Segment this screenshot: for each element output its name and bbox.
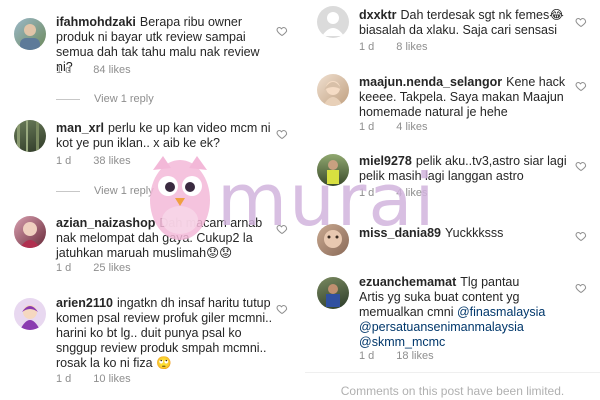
mention-link[interactable]: @finasmalaysia [457,305,545,319]
comment-likes[interactable]: 25 likes [93,262,130,274]
comment-body: Yuckkksss [445,226,504,240]
view-replies-button[interactable]: View 1 reply [56,185,154,197]
comment-likes[interactable]: 10 likes [93,373,130,385]
avatar[interactable] [317,224,349,256]
comment-text-block: arien2110 ingatkn dh insaf haritu tutup k… [56,296,278,371]
comment-username[interactable]: man_xrl [56,121,104,135]
avatar[interactable] [14,298,46,330]
comments-limited-notice: Comments on this post have been limited. [340,384,565,398]
avatar-photo [20,305,40,330]
comment-meta: 1 d 10 likes [56,373,153,385]
comment-item: miss_dania89 Yuckkksss [305,220,600,265]
comments-column-right: dxxktr Dah terdesak sgt nk femes😂 biasala… [305,0,600,400]
avatar[interactable] [14,120,46,152]
comment-meta: 1 d 8 likes [359,41,449,53]
avatar[interactable] [317,154,349,186]
comment-username[interactable]: maajun.nenda_selangor [359,75,502,89]
heart-outline-icon[interactable] [276,303,288,315]
comment-time: 1 d [56,373,72,385]
comments-column-left: ifahmohdzaki Berapa ribu owner produk ni … [0,0,300,400]
comment-text-block: dxxktr Dah terdesak sgt nk femes😂 biasala… [359,8,569,38]
comment-time: 1 d [359,187,375,199]
mention-link[interactable]: @persatuansenimanmalaysia [359,320,524,334]
comment-item: dxxktr Dah terdesak sgt nk femes😂 biasala… [305,0,600,60]
comment-username[interactable]: ezuanchemamat [359,275,456,289]
comment-text-block: maajun.nenda_selangor Kene hack keeee. Ta… [359,75,569,120]
heart-outline-icon[interactable] [575,160,587,172]
comment-text-block: miel9278 pelik aku..tv3,astro siar lagi p… [359,154,574,184]
comment-text-block: ezuanchemamat Tlg pantau Artis yg suka bu… [359,275,574,350]
avatar-photo [324,230,342,248]
comment-likes[interactable]: 18 likes [396,350,433,362]
avatar-photo [20,24,40,50]
reply-line [56,190,80,192]
comment-username[interactable]: miss_dania89 [359,226,441,240]
avatar[interactable] [317,277,349,309]
avatar[interactable] [317,6,349,38]
avatar-photo [20,222,40,248]
comment-likes[interactable]: 8 likes [396,41,427,53]
heart-outline-icon[interactable] [575,16,587,28]
comment-likes[interactable]: 38 likes [93,155,130,167]
default-avatar-icon [322,12,344,36]
heart-outline-icon[interactable] [276,25,288,37]
avatar-photo [17,120,39,152]
mention-link[interactable]: @skmm_mcmc [359,335,445,349]
comment-meta: 1 d 4 likes [359,121,449,133]
avatar-photo [323,81,343,106]
comment-time: 1 d [359,41,375,53]
view-replies-label: View 1 reply [94,185,154,197]
comment-username[interactable]: azian_naizashop [56,216,155,230]
comment-text-block: azian_naizashop Dah macam arnab nak melom… [56,216,271,261]
view-replies-label: View 1 reply [94,93,154,105]
avatar[interactable] [14,216,46,248]
footer-divider [305,372,600,373]
comment-item: maajun.nenda_selangor Kene hack keeee. Ta… [305,70,600,140]
comment-body-line: Tlg pantau [460,275,520,289]
comment-time: 1 d [56,64,72,76]
avatar[interactable] [14,18,46,50]
comment-item: ifahmohdzaki Berapa ribu owner produk ni … [0,0,300,105]
comment-username[interactable]: arien2110 [56,296,113,310]
comment-item: ezuanchemamat Tlg pantau Artis yg suka bu… [305,272,600,367]
comment-time: 1 d [56,262,72,274]
comment-time: 1 d [359,121,375,133]
comment-meta: 1 d 4 likes [359,187,449,199]
comment-item: arien2110 ingatkn dh insaf haritu tutup k… [0,290,300,390]
comment-meta: 1 d 38 likes [56,155,153,167]
comment-username[interactable]: miel9278 [359,154,412,168]
heart-outline-icon[interactable] [276,128,288,140]
avatar-photo [326,284,340,307]
comment-username[interactable]: ifahmohdzaki [56,15,136,29]
comment-username[interactable]: dxxktr [359,8,397,22]
comment-likes[interactable]: 84 likes [93,64,130,76]
comment-text-block: miss_dania89 Yuckkksss [359,226,569,241]
view-replies-button[interactable]: View 1 reply [56,93,154,105]
heart-outline-icon[interactable] [575,80,587,92]
comment-item: miel9278 pelik aku..tv3,astro siar lagi p… [305,150,600,215]
heart-outline-icon[interactable] [276,223,288,235]
avatar-photo [327,160,339,184]
comment-item: azian_naizashop Dah macam arnab nak melom… [0,210,300,285]
reply-line [56,98,80,100]
comment-meta: 1 d 25 likes [56,262,153,274]
comment-meta: 1 d 18 likes [359,350,456,362]
comment-meta: 1 d 84 likes [56,64,153,76]
comment-time: 1 d [359,350,375,362]
avatar[interactable] [317,74,349,106]
heart-outline-icon[interactable] [575,282,587,294]
comment-text-block: man_xrl perlu ke up kan video mcm ni kot … [56,121,271,151]
comment-time: 1 d [56,155,72,167]
heart-outline-icon[interactable] [575,230,587,242]
comment-item: man_xrl perlu ke up kan video mcm ni kot … [0,115,300,197]
comment-likes[interactable]: 4 likes [396,121,427,133]
comment-likes[interactable]: 4 likes [396,187,427,199]
